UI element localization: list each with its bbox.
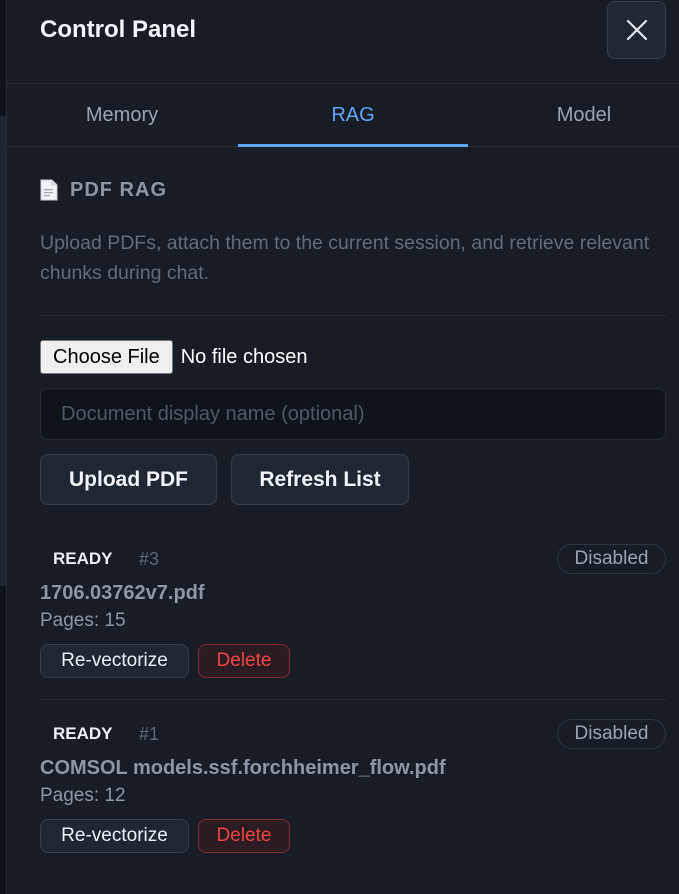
document-icon — [40, 179, 58, 201]
document-item: READY #3 Disabled 1706.03762v7.pdf Pages… — [40, 544, 666, 684]
delete-button[interactable]: Delete — [198, 644, 290, 678]
control-panel: Control Panel Memory RAG Model PDF RAG U… — [6, 0, 679, 894]
revectorize-button[interactable]: Re-vectorize — [40, 644, 189, 678]
document-pages: Pages: 15 — [40, 610, 126, 631]
status-badge: READY — [53, 549, 113, 568]
document-name: COMSOL models.ssf.forchheimer_flow.pdf — [40, 757, 446, 779]
document-id: #3 — [139, 548, 160, 569]
divider — [40, 315, 666, 316]
tab-model[interactable]: Model — [469, 84, 679, 146]
tab-rag[interactable]: RAG — [238, 84, 468, 147]
panel-header: Control Panel — [7, 0, 679, 84]
section-description: Upload PDFs, attach them to the current … — [40, 232, 650, 284]
file-picker: Choose File No file chosen — [40, 340, 307, 374]
tab-memory[interactable]: Memory — [7, 84, 237, 146]
refresh-list-button[interactable]: Refresh List — [231, 454, 409, 505]
state-badge: Disabled — [557, 544, 666, 574]
upload-pdf-button[interactable]: Upload PDF — [40, 454, 217, 505]
section-title: PDF RAG — [70, 178, 167, 201]
tab-bar: Memory RAG Model — [7, 84, 679, 147]
document-item: READY #1 Disabled COMSOL models.ssf.forc… — [40, 719, 666, 859]
close-button[interactable] — [607, 1, 666, 59]
state-badge: Disabled — [557, 719, 666, 749]
choose-file-button[interactable]: Choose File — [40, 340, 173, 374]
document-name-input[interactable] — [40, 388, 666, 440]
document-pages: Pages: 12 — [40, 785, 126, 806]
section-header: PDF RAG — [40, 176, 167, 204]
divider — [40, 699, 666, 700]
delete-button[interactable]: Delete — [198, 819, 290, 853]
document-id: #1 — [139, 723, 160, 744]
panel-title: Control Panel — [40, 16, 197, 43]
status-badge: READY — [53, 724, 113, 743]
revectorize-button[interactable]: Re-vectorize — [40, 819, 189, 853]
close-icon — [626, 19, 647, 41]
document-name: 1706.03762v7.pdf — [40, 582, 205, 604]
file-status: No file chosen — [180, 345, 308, 368]
